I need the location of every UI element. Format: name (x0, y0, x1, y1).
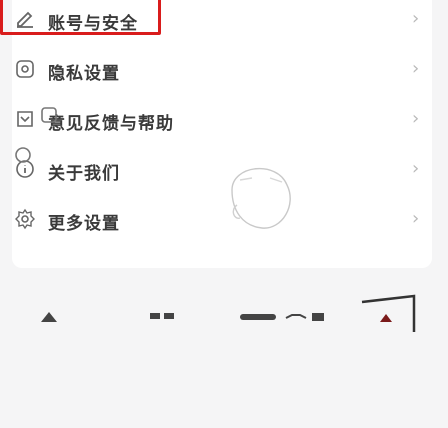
chevron-right-icon: › (412, 208, 420, 229)
menu-item-label: 意见反馈与帮助 (48, 114, 174, 134)
menu-item-privacy[interactable]: 隐私设置 › (12, 50, 432, 90)
settings-icon (14, 208, 36, 230)
chat-icon (38, 104, 60, 126)
home-icon[interactable] (40, 308, 58, 327)
chevron-right-icon: › (412, 8, 420, 29)
menu-item-account-security[interactable]: 账号与安全 › (0, 0, 432, 40)
profile-tab-icon[interactable] (360, 292, 420, 336)
circle-icon (12, 144, 34, 166)
progress-icon[interactable] (240, 308, 340, 327)
chevron-right-icon: › (412, 158, 420, 179)
feedback-icon (14, 108, 36, 130)
privacy-icon (14, 58, 36, 80)
menu-item-label: 账号与安全 (48, 14, 138, 34)
settings-card: 账号与安全 › 隐私设置 › 意见反馈与帮助 › 关于我们 › 更多设置 › (0, 0, 432, 268)
menu-icon[interactable] (150, 308, 176, 327)
menu-item-label: 关于我们 (48, 164, 120, 184)
menu-item-label: 隐私设置 (48, 64, 120, 84)
chevron-right-icon: › (412, 108, 420, 129)
bottom-bar (0, 294, 448, 340)
menu-item-feedback[interactable]: 意见反馈与帮助 › (12, 100, 432, 140)
mascot-illustration (222, 150, 302, 240)
menu-item-label: 更多设置 (48, 214, 120, 234)
edit-icon (14, 8, 36, 30)
chevron-right-icon: › (412, 58, 420, 79)
